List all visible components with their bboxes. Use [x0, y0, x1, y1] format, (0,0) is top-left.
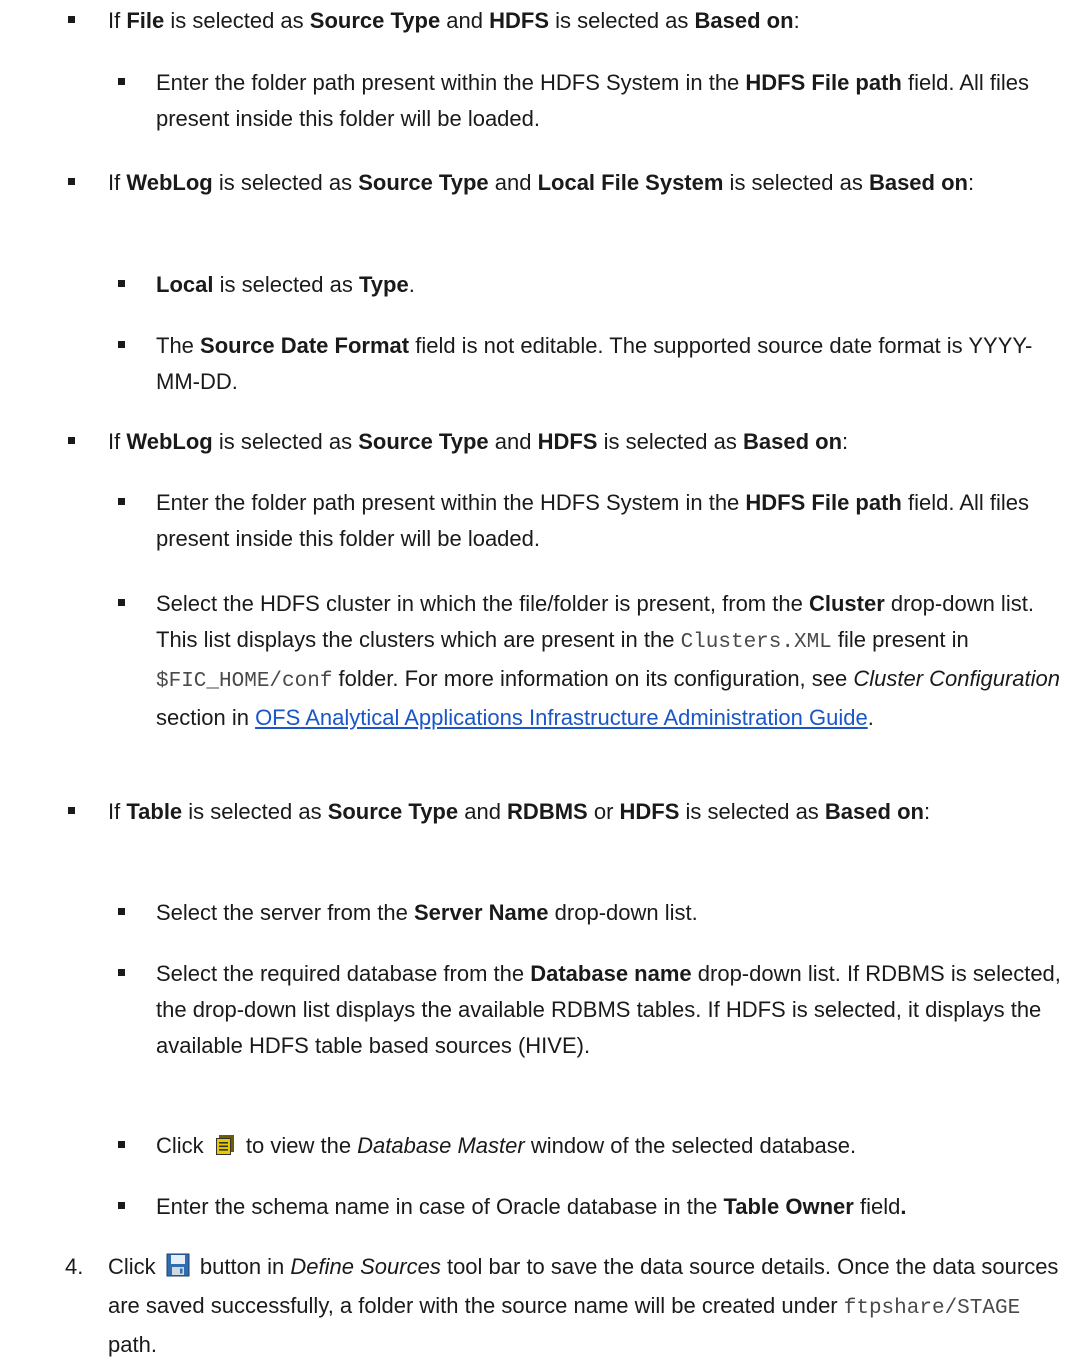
bullet-table-owner: Enter the schema name in case of Oracle …: [156, 1194, 907, 1219]
bullet-hdfs-file-path-2: Enter the folder path present within the…: [156, 490, 1030, 551]
document-page: If File is selected as Source Type and H…: [0, 0, 1070, 1357]
bullet-hdfs-file-path: Enter the folder path present within the…: [156, 70, 1030, 131]
bullet-square: [118, 969, 125, 976]
bullet-square: [68, 178, 75, 185]
bullet-square: [68, 437, 75, 444]
list-view-icon[interactable]: [214, 1131, 236, 1167]
bullet-square: [118, 78, 125, 85]
bullet-square: [118, 599, 125, 606]
bullet-weblog-hdfs: If WebLog is selected as Source Type and…: [108, 429, 849, 454]
bullet-square: [118, 280, 125, 287]
bullet-database-name: Select the required database from the Da…: [156, 961, 1061, 1058]
bullet-database-master: Click to view the Database Master window…: [156, 1128, 1061, 1167]
bullet-square: [118, 1202, 125, 1209]
bullet-square: [118, 1141, 125, 1148]
bullet-square: [118, 908, 125, 915]
step-number: 4.: [65, 1254, 84, 1279]
bullet-square: [118, 498, 125, 505]
bullet-weblog-local: If WebLog is selected as Source Type and…: [108, 170, 975, 195]
step-4-text: Click button in Define Sources tool bar …: [108, 1252, 1059, 1357]
bullet-local-type: Local is selected as Type.: [156, 272, 415, 297]
bullet-square: [118, 341, 125, 348]
bullet-square: [68, 807, 75, 814]
bullet-file-hdfs: If File is selected as Source Type and H…: [108, 8, 800, 33]
bullet-server-name: Select the server from the Server Name d…: [156, 900, 698, 925]
bullet-source-date-format: The Source Date Format field is not edit…: [156, 333, 1033, 394]
ofs-guide-link[interactable]: OFS Analytical Applications Infrastructu…: [255, 705, 868, 730]
bullet-cluster: Select the HDFS cluster in which the fil…: [156, 591, 1061, 730]
bullet-square: [68, 16, 75, 23]
save-floppy-icon[interactable]: [166, 1252, 190, 1288]
bullet-table-rdbms-hdfs: If Table is selected as Source Type and …: [108, 799, 931, 824]
